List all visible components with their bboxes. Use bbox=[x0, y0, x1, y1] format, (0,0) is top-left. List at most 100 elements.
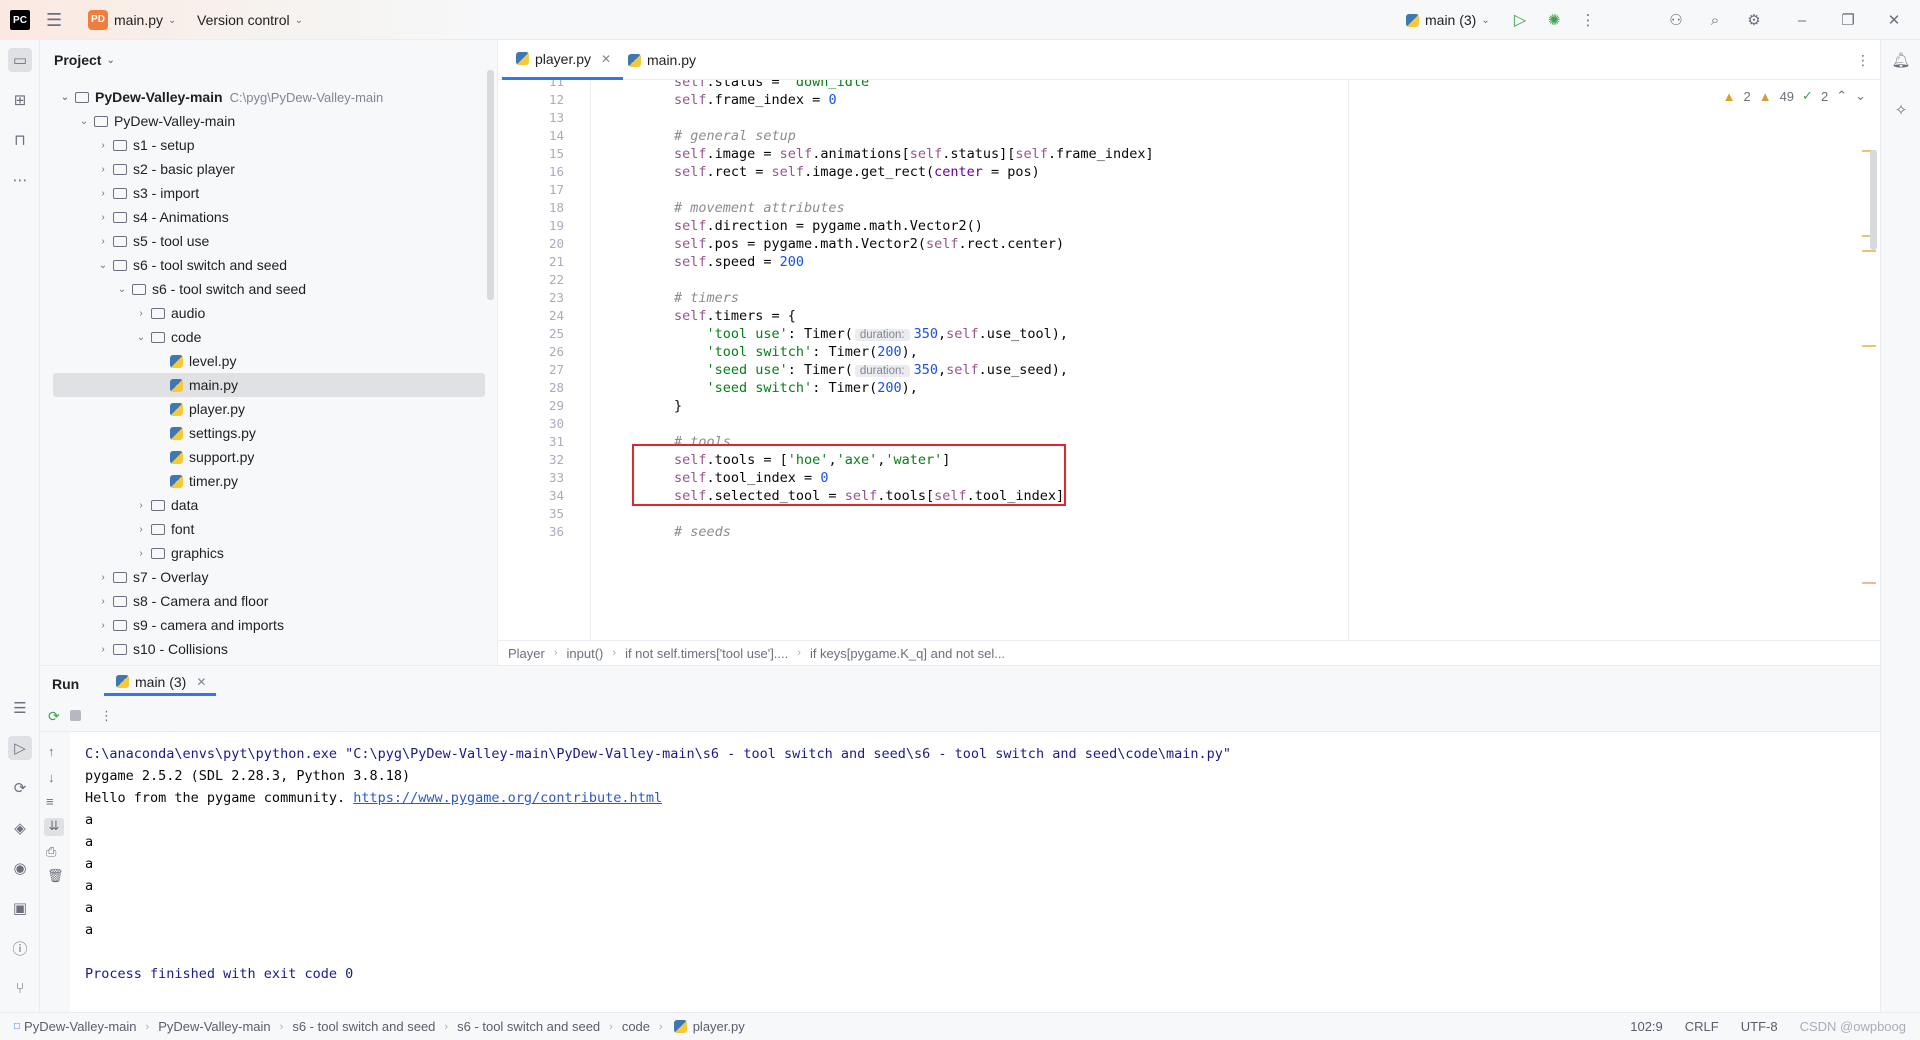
chevron-down-icon[interactable]: ⌄ bbox=[114, 284, 130, 295]
chevron-right-icon[interactable]: › bbox=[95, 188, 111, 199]
chevron-right-icon[interactable]: › bbox=[133, 500, 149, 511]
project-folder-icon[interactable]: ▭ bbox=[8, 48, 32, 72]
structure-icon[interactable]: ⊞ bbox=[8, 88, 32, 112]
git-branch-icon[interactable]: ⑂ bbox=[8, 976, 32, 1000]
stop-icon[interactable] bbox=[70, 710, 81, 721]
tree-root[interactable]: ⌄ PyDew-Valley-main C:\pyg\PyDew-Valley-… bbox=[53, 85, 485, 109]
search-icon[interactable]: ⌕ bbox=[1703, 8, 1727, 32]
main-menu-icon[interactable]: ☰ bbox=[46, 8, 62, 32]
tree-folder-item[interactable]: › s9 - camera and imports bbox=[53, 613, 485, 637]
scroll-down-icon[interactable]: ↓ bbox=[48, 770, 55, 785]
tree-folder-item[interactable]: › s2 - basic player bbox=[53, 157, 485, 181]
tab-run[interactable]: Run bbox=[52, 676, 79, 692]
bookmarks-icon[interactable]: ⊓ bbox=[8, 128, 32, 152]
breadcrumb-item[interactable]: input() bbox=[567, 646, 604, 661]
tree-file-item[interactable]: settings.py bbox=[53, 421, 485, 445]
chevron-down-icon[interactable]: ⌄ bbox=[95, 260, 111, 271]
chevron-right-icon[interactable]: › bbox=[95, 140, 111, 151]
chevron-right-icon[interactable]: › bbox=[95, 596, 111, 607]
close-button[interactable]: ✕ bbox=[1882, 8, 1906, 32]
code-viewport[interactable]: 11 12 13 14 15 16 17 18 19 20 21 22 23 24 25 26 27 28 29 30… bbox=[528, 80, 1848, 640]
chevron-right-icon[interactable]: › bbox=[133, 524, 149, 535]
run-button[interactable]: ▷ bbox=[1508, 8, 1532, 32]
layers-icon[interactable]: ◈ bbox=[8, 816, 32, 840]
chevron-right-icon[interactable]: › bbox=[95, 164, 111, 175]
status-crumb[interactable]: player.py bbox=[693, 1019, 745, 1034]
project-panel-header[interactable]: Project ⌄ bbox=[54, 52, 115, 68]
console-link[interactable]: https://www.pygame.org/contribute.html bbox=[353, 790, 662, 806]
terminal-icon[interactable]: ▣ bbox=[8, 896, 32, 920]
project-selector[interactable]: PD main.py ⌄ bbox=[88, 8, 176, 32]
chevron-down-icon[interactable]: ⌄ bbox=[133, 332, 149, 343]
chevron-right-icon[interactable]: › bbox=[133, 548, 149, 559]
tree-folder-item[interactable]: › graphics bbox=[53, 541, 485, 565]
chevron-right-icon[interactable]: › bbox=[95, 572, 111, 583]
tree-file-item[interactable]: main.py bbox=[53, 373, 485, 397]
tree-folder-item[interactable]: › s7 - Overlay bbox=[53, 565, 485, 589]
print-icon[interactable]: ⎙ bbox=[46, 844, 56, 860]
tree-folder-item[interactable]: › s10 - Collisions bbox=[53, 637, 485, 661]
tree-folder-item[interactable]: › s1 - setup bbox=[53, 133, 485, 157]
restore-button[interactable]: ❐ bbox=[1836, 8, 1860, 32]
vcs-selector[interactable]: Version control ⌄ bbox=[197, 8, 303, 32]
next-highlight-icon[interactable]: ⌄ bbox=[1855, 88, 1866, 104]
tree-folder-item[interactable]: › data bbox=[53, 493, 485, 517]
tree-folder-item[interactable]: › s5 - tool use bbox=[53, 229, 485, 253]
more-options-icon[interactable]: ⋮ bbox=[100, 708, 113, 724]
problems-icon[interactable]: ⓘ bbox=[8, 936, 32, 960]
tree-file-item[interactable]: level.py bbox=[53, 349, 485, 373]
more-tools-icon[interactable]: ⋯ bbox=[8, 168, 32, 192]
tree-folder-item[interactable]: › font bbox=[53, 517, 485, 541]
add-user-icon[interactable]: ⚇ bbox=[1664, 8, 1688, 32]
tree-folder-item[interactable]: › s3 - import bbox=[53, 181, 485, 205]
notifications-bell-icon[interactable]: 🔔︎ bbox=[1889, 48, 1913, 72]
close-tab-icon[interactable]: ✕ bbox=[601, 52, 611, 66]
clear-all-icon[interactable]: 🗑︎ bbox=[47, 868, 64, 884]
breadcrumb-item[interactable]: if keys[pygame.K_q] and not sel... bbox=[810, 646, 1005, 661]
tree-file-item[interactable]: support.py bbox=[53, 445, 485, 469]
project-scrollbar[interactable] bbox=[487, 70, 494, 300]
tab-main-py[interactable]: main.py bbox=[614, 40, 708, 80]
breadcrumb-item[interactable]: Player bbox=[508, 646, 545, 661]
ai-assistant-icon[interactable]: ✧ bbox=[1889, 98, 1913, 122]
scroll-to-end-icon[interactable]: ⇊ bbox=[44, 818, 64, 836]
status-crumb[interactable]: PyDew-Valley-main bbox=[158, 1019, 270, 1034]
tree-folder-item[interactable]: › s8 - Camera and floor bbox=[53, 589, 485, 613]
chevron-right-icon[interactable]: › bbox=[95, 236, 111, 247]
close-tab-icon[interactable]: ✕ bbox=[196, 675, 206, 689]
line-separator[interactable]: CRLF bbox=[1685, 1019, 1719, 1034]
chevron-down-icon[interactable]: ⌄ bbox=[76, 116, 92, 127]
services-icon[interactable]: ◉ bbox=[8, 856, 32, 880]
more-actions-icon[interactable]: ⋮ bbox=[1576, 8, 1600, 32]
tab-options-icon[interactable]: ⋮ bbox=[1844, 40, 1882, 80]
tree-folder-item[interactable]: ⌄ s6 - tool switch and seed bbox=[53, 253, 485, 277]
todo-list-icon[interactable]: ☰ bbox=[8, 696, 32, 720]
scroll-up-icon[interactable]: ↑ bbox=[48, 744, 55, 759]
tree-file-item[interactable]: timer.py bbox=[53, 469, 485, 493]
file-encoding[interactable]: UTF-8 bbox=[1741, 1019, 1778, 1034]
status-crumb[interactable]: s6 - tool switch and seed bbox=[292, 1019, 435, 1034]
settings-gear-icon[interactable]: ⚙ bbox=[1742, 8, 1766, 32]
tree-folder-item[interactable]: › audio bbox=[53, 301, 485, 325]
tree-file-item[interactable]: player.py bbox=[53, 397, 485, 421]
python-console-icon[interactable]: ⟳ bbox=[8, 776, 32, 800]
rerun-icon[interactable]: ⟳ bbox=[48, 708, 60, 725]
expand-arrow-icon[interactable]: ⌄ bbox=[57, 92, 73, 103]
status-crumb[interactable]: s6 - tool switch and seed bbox=[457, 1019, 600, 1034]
minimize-button[interactable]: – bbox=[1790, 8, 1814, 32]
chevron-right-icon[interactable]: › bbox=[133, 308, 149, 319]
tab-run-config[interactable]: main (3) ✕ bbox=[104, 670, 217, 696]
run-tool-icon[interactable]: ▷ bbox=[8, 736, 32, 760]
soft-wrap-icon[interactable]: ≡ bbox=[46, 794, 54, 809]
chevron-right-icon[interactable]: › bbox=[95, 620, 111, 631]
tree-folder-item[interactable]: › s4 - Animations bbox=[53, 205, 485, 229]
chevron-right-icon[interactable]: › bbox=[95, 212, 111, 223]
breadcrumb-item[interactable]: if not self.timers['tool use'].... bbox=[625, 646, 788, 661]
editor-scrollbar[interactable] bbox=[1870, 150, 1877, 250]
tree-folder-item[interactable]: ⌄ code bbox=[53, 325, 485, 349]
tree-folder-item[interactable]: ⌄ PyDew-Valley-main bbox=[53, 109, 485, 133]
tab-player-py[interactable]: player.py ✕ bbox=[502, 40, 624, 80]
tree-folder-item[interactable]: ⌄ s6 - tool switch and seed bbox=[53, 277, 485, 301]
status-crumb[interactable]: code bbox=[622, 1019, 650, 1034]
chevron-right-icon[interactable]: › bbox=[95, 644, 111, 655]
